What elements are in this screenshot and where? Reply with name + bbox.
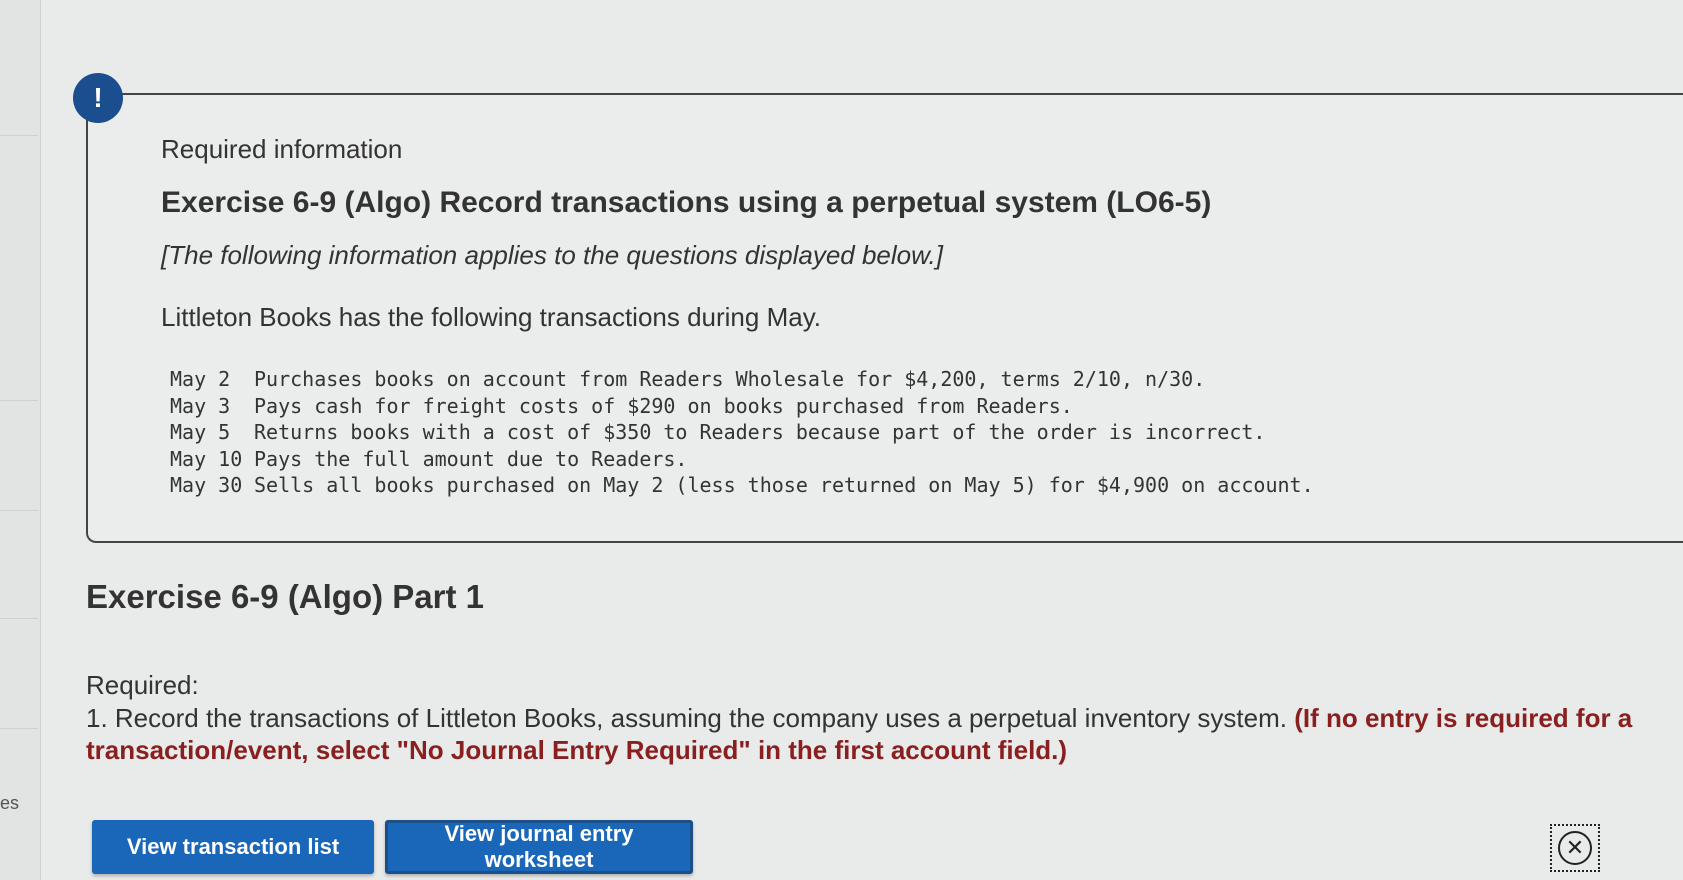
transaction-row: May 2 Purchases books on account from Rea… <box>170 366 1314 393</box>
transaction-row: May 30 Sells all books purchased on May 2… <box>170 472 1314 499</box>
exercise-title: Exercise 6-9 (Algo) Record transactions … <box>161 186 1212 219</box>
left-panel-strip <box>0 0 41 880</box>
close-icon: ✕ <box>1558 831 1592 865</box>
transaction-list: May 2 Purchases books on account from Rea… <box>170 366 1314 499</box>
alert-icon: ! <box>73 73 123 123</box>
side-nav-label[interactable]: es <box>0 793 19 814</box>
close-circle-icon[interactable]: ✕ <box>1550 824 1600 872</box>
transaction-date: May 10 <box>170 446 243 471</box>
left-panel-divider <box>0 135 38 136</box>
transaction-row: May 5 Returns books with a cost of $350 t… <box>170 419 1314 446</box>
transaction-text: Purchases books on account from Readers … <box>254 367 1206 391</box>
transaction-row: May 3 Pays cash for freight costs of $290… <box>170 393 1314 420</box>
transaction-date: May 30 <box>170 473 243 497</box>
transaction-date: May 5 <box>170 420 231 444</box>
transaction-text: Pays the full amount due to Readers. <box>254 446 688 471</box>
view-transaction-list-button[interactable]: View transaction list <box>92 820 374 874</box>
required-description: 1. Record the transactions of Littleton … <box>86 703 1287 733</box>
transaction-text: Returns books with a cost of $350 to Rea… <box>254 420 1266 444</box>
left-panel-divider <box>0 400 38 401</box>
view-journal-entry-worksheet-button[interactable]: View journal entry worksheet <box>385 820 693 874</box>
left-panel-divider <box>0 728 38 729</box>
part-title: Exercise 6-9 (Algo) Part 1 <box>86 578 484 615</box>
transaction-row: May 10 Pays the full amount due to Reader… <box>170 446 1314 473</box>
left-panel-divider <box>0 618 38 619</box>
info-intro: Littleton Books has the following transa… <box>161 302 821 332</box>
required-label: Required: <box>86 670 199 700</box>
transaction-text: Sells all books purchased on May 2 (less… <box>254 473 1314 497</box>
transaction-date: May 2 <box>170 367 231 391</box>
transaction-date: May 3 <box>170 393 231 418</box>
required-text: 1. Record the transactions of Littleton … <box>86 702 1683 766</box>
required-information-heading: Required information <box>161 134 403 164</box>
info-subtitle: [The following information applies to th… <box>161 240 943 270</box>
left-panel-divider <box>0 510 38 511</box>
transaction-text: Pays cash for freight costs of $290 on b… <box>254 393 1073 418</box>
